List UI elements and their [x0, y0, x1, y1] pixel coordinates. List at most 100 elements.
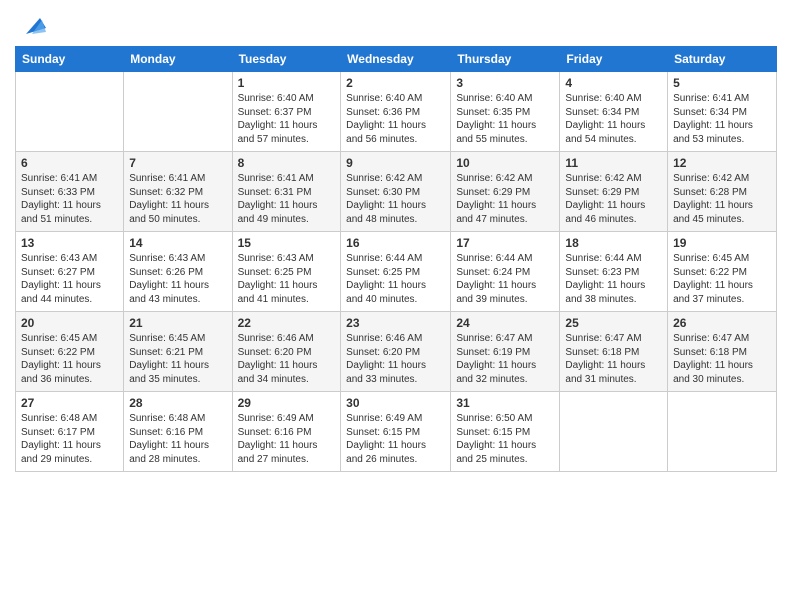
day-number: 5 — [673, 76, 771, 90]
col-header-monday: Monday — [124, 47, 232, 72]
day-number: 29 — [238, 396, 336, 410]
day-info: Sunrise: 6:45 AMSunset: 6:21 PMDaylight:… — [129, 332, 226, 386]
week-row-4: 20 Sunrise: 6:45 AMSunset: 6:22 PMDayligh… — [16, 312, 777, 392]
day-cell: 21 Sunrise: 6:45 AMSunset: 6:21 PMDayligh… — [124, 312, 232, 392]
day-number: 7 — [129, 156, 226, 170]
day-cell: 2 Sunrise: 6:40 AMSunset: 6:36 PMDaylight… — [341, 72, 451, 152]
day-info: Sunrise: 6:40 AMSunset: 6:35 PMDaylight:… — [456, 92, 554, 146]
day-info: Sunrise: 6:42 AMSunset: 6:29 PMDaylight:… — [456, 172, 554, 226]
day-cell: 28Sunrise: 6:48 AMSunset: 6:16 PMDayligh… — [124, 392, 232, 472]
day-info: Sunrise: 6:41 AMSunset: 6:34 PMDaylight:… — [673, 92, 771, 146]
week-row-2: 6 Sunrise: 6:41 AMSunset: 6:33 PMDaylight… — [16, 152, 777, 232]
header-row: SundayMondayTuesdayWednesdayThursdayFrid… — [16, 47, 777, 72]
day-cell: 7 Sunrise: 6:41 AMSunset: 6:32 PMDaylight… — [124, 152, 232, 232]
day-cell: 26 Sunrise: 6:47 AMSunset: 6:18 PMDayligh… — [668, 312, 777, 392]
day-cell — [668, 392, 777, 472]
day-info: Sunrise: 6:41 AMSunset: 6:32 PMDaylight:… — [129, 172, 226, 226]
day-number: 24 — [456, 316, 554, 330]
day-number: 11 — [565, 156, 662, 170]
day-info: Sunrise: 6:48 AMSunset: 6:17 PMDaylight:… — [21, 412, 118, 466]
day-number: 23 — [346, 316, 445, 330]
day-number: 19 — [673, 236, 771, 250]
day-number: 25 — [565, 316, 662, 330]
day-cell: 18 Sunrise: 6:44 AMSunset: 6:23 PMDayligh… — [560, 232, 668, 312]
day-cell: 22Sunrise: 6:46 AMSunset: 6:20 PMDayligh… — [232, 312, 341, 392]
day-cell: 5 Sunrise: 6:41 AMSunset: 6:34 PMDaylight… — [668, 72, 777, 152]
day-info: Sunrise: 6:49 AMSunset: 6:16 PMDaylight:… — [238, 412, 336, 466]
day-number: 18 — [565, 236, 662, 250]
day-cell: 24 Sunrise: 6:47 AMSunset: 6:19 PMDayligh… — [451, 312, 560, 392]
day-info: Sunrise: 6:41 AMSunset: 6:33 PMDaylight:… — [21, 172, 118, 226]
day-info: Sunrise: 6:46 AMSunset: 6:20 PMDaylight:… — [346, 332, 445, 386]
col-header-thursday: Thursday — [451, 47, 560, 72]
day-info: Sunrise: 6:47 AMSunset: 6:18 PMDaylight:… — [565, 332, 662, 386]
week-row-1: 1Sunrise: 6:40 AMSunset: 6:37 PMDaylight… — [16, 72, 777, 152]
day-info: Sunrise: 6:50 AMSunset: 6:15 PMDaylight:… — [456, 412, 554, 466]
col-header-saturday: Saturday — [668, 47, 777, 72]
day-cell: 13Sunrise: 6:43 AMSunset: 6:27 PMDayligh… — [16, 232, 124, 312]
day-number: 22 — [238, 316, 336, 330]
week-row-5: 27Sunrise: 6:48 AMSunset: 6:17 PMDayligh… — [16, 392, 777, 472]
day-info: Sunrise: 6:42 AMSunset: 6:30 PMDaylight:… — [346, 172, 445, 226]
day-number: 26 — [673, 316, 771, 330]
day-number: 15 — [238, 236, 336, 250]
day-info: Sunrise: 6:43 AMSunset: 6:25 PMDaylight:… — [238, 252, 336, 306]
day-cell — [16, 72, 124, 152]
day-info: Sunrise: 6:42 AMSunset: 6:28 PMDaylight:… — [673, 172, 771, 226]
day-info: Sunrise: 6:44 AMSunset: 6:25 PMDaylight:… — [346, 252, 445, 306]
day-number: 8 — [238, 156, 336, 170]
day-number: 3 — [456, 76, 554, 90]
day-info: Sunrise: 6:40 AMSunset: 6:36 PMDaylight:… — [346, 92, 445, 146]
day-number: 4 — [565, 76, 662, 90]
day-info: Sunrise: 6:48 AMSunset: 6:16 PMDaylight:… — [129, 412, 226, 466]
day-cell: 11 Sunrise: 6:42 AMSunset: 6:29 PMDayligh… — [560, 152, 668, 232]
day-number: 12 — [673, 156, 771, 170]
day-number: 30 — [346, 396, 445, 410]
day-info: Sunrise: 6:45 AMSunset: 6:22 PMDaylight:… — [21, 332, 118, 386]
day-cell — [560, 392, 668, 472]
day-info: Sunrise: 6:43 AMSunset: 6:26 PMDaylight:… — [129, 252, 226, 306]
col-header-friday: Friday — [560, 47, 668, 72]
day-number: 21 — [129, 316, 226, 330]
day-info: Sunrise: 6:47 AMSunset: 6:18 PMDaylight:… — [673, 332, 771, 386]
day-info: Sunrise: 6:41 AMSunset: 6:31 PMDaylight:… — [238, 172, 336, 226]
day-number: 9 — [346, 156, 445, 170]
day-cell: 9 Sunrise: 6:42 AMSunset: 6:30 PMDaylight… — [341, 152, 451, 232]
day-cell: 23 Sunrise: 6:46 AMSunset: 6:20 PMDayligh… — [341, 312, 451, 392]
day-cell: 30 Sunrise: 6:49 AMSunset: 6:15 PMDayligh… — [341, 392, 451, 472]
col-header-sunday: Sunday — [16, 47, 124, 72]
day-number: 20 — [21, 316, 118, 330]
day-cell: 16Sunrise: 6:44 AMSunset: 6:25 PMDayligh… — [341, 232, 451, 312]
day-info: Sunrise: 6:40 AMSunset: 6:34 PMDaylight:… — [565, 92, 662, 146]
day-cell — [124, 72, 232, 152]
day-info: Sunrise: 6:44 AMSunset: 6:23 PMDaylight:… — [565, 252, 662, 306]
day-cell: 17Sunrise: 6:44 AMSunset: 6:24 PMDayligh… — [451, 232, 560, 312]
col-header-tuesday: Tuesday — [232, 47, 341, 72]
logo — [15, 10, 46, 38]
day-cell: 10 Sunrise: 6:42 AMSunset: 6:29 PMDayligh… — [451, 152, 560, 232]
day-number: 2 — [346, 76, 445, 90]
day-cell: 25 Sunrise: 6:47 AMSunset: 6:18 PMDayligh… — [560, 312, 668, 392]
day-info: Sunrise: 6:44 AMSunset: 6:24 PMDaylight:… — [456, 252, 554, 306]
day-cell: 6 Sunrise: 6:41 AMSunset: 6:33 PMDaylight… — [16, 152, 124, 232]
day-info: Sunrise: 6:47 AMSunset: 6:19 PMDaylight:… — [456, 332, 554, 386]
day-info: Sunrise: 6:43 AMSunset: 6:27 PMDaylight:… — [21, 252, 118, 306]
day-cell: 31 Sunrise: 6:50 AMSunset: 6:15 PMDayligh… — [451, 392, 560, 472]
col-header-wednesday: Wednesday — [341, 47, 451, 72]
day-cell: 20 Sunrise: 6:45 AMSunset: 6:22 PMDayligh… — [16, 312, 124, 392]
day-number: 14 — [129, 236, 226, 250]
day-cell: 27Sunrise: 6:48 AMSunset: 6:17 PMDayligh… — [16, 392, 124, 472]
day-number: 6 — [21, 156, 118, 170]
day-number: 10 — [456, 156, 554, 170]
day-number: 31 — [456, 396, 554, 410]
day-cell: 15 Sunrise: 6:43 AMSunset: 6:25 PMDayligh… — [232, 232, 341, 312]
day-cell: 19Sunrise: 6:45 AMSunset: 6:22 PMDayligh… — [668, 232, 777, 312]
day-cell: 4 Sunrise: 6:40 AMSunset: 6:34 PMDaylight… — [560, 72, 668, 152]
day-cell: 3 Sunrise: 6:40 AMSunset: 6:35 PMDaylight… — [451, 72, 560, 152]
day-info: Sunrise: 6:49 AMSunset: 6:15 PMDaylight:… — [346, 412, 445, 466]
logo-icon — [18, 10, 46, 38]
day-info: Sunrise: 6:42 AMSunset: 6:29 PMDaylight:… — [565, 172, 662, 226]
calendar-table: SundayMondayTuesdayWednesdayThursdayFrid… — [15, 46, 777, 472]
day-info: Sunrise: 6:40 AMSunset: 6:37 PMDaylight:… — [238, 92, 336, 146]
day-cell: 8 Sunrise: 6:41 AMSunset: 6:31 PMDaylight… — [232, 152, 341, 232]
